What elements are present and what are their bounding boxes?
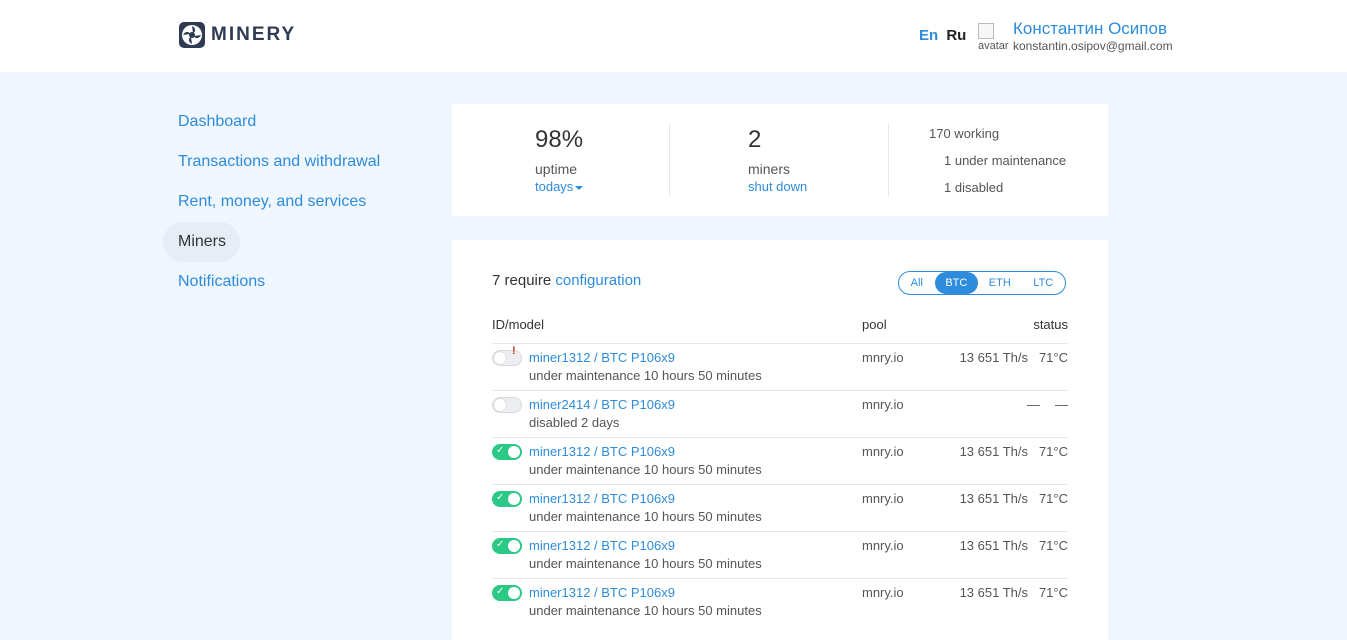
column-header-status[interactable]: status — [1033, 317, 1068, 332]
miner-temperature: 71°C — [1038, 491, 1068, 506]
miner-temperature: 71°C — [1038, 444, 1068, 459]
require-count: 7 require — [492, 272, 552, 289]
miner-status: under maintenance 10 hours 50 minutes — [529, 509, 762, 524]
filter-eth[interactable]: ETH — [978, 272, 1021, 294]
require-configuration: 7 require configuration — [492, 272, 641, 289]
miner-status: disabled 2 days — [529, 415, 620, 430]
disabled-count: 1 disabled — [944, 180, 1004, 195]
miner-pool: mnry.io — [862, 350, 904, 365]
toggle-knob — [508, 540, 520, 552]
lang-ru-link[interactable]: Ru — [946, 27, 966, 44]
sidebar-nav: Dashboard Transactions and withdrawal Re… — [163, 102, 423, 302]
toggle-knob — [494, 352, 506, 364]
miner-hashrate: 13 651 Th/s — [959, 444, 1028, 459]
check-icon: ✓ — [496, 539, 505, 550]
miners-stat: 2 miners shut down — [748, 126, 807, 194]
table-row[interactable]: ✓ miner1312 / BTC P106x9 under maintenan… — [492, 578, 1068, 626]
miners-value: 2 — [748, 126, 762, 153]
miners-label: miners — [748, 161, 791, 177]
table-row[interactable]: miner2414 / BTC P106x9 disabled 2 days m… — [492, 390, 1068, 438]
filter-ltc[interactable]: LTC — [1022, 272, 1065, 294]
check-icon: ✓ — [496, 492, 505, 503]
miner-pool: mnry.io — [862, 397, 904, 412]
column-header-pool[interactable]: pool — [862, 317, 887, 332]
miner-pool: mnry.io — [862, 444, 904, 459]
miner-toggle[interactable] — [492, 397, 522, 413]
miner-hashrate: — — [1027, 397, 1040, 412]
miner-temperature: 71°C — [1038, 538, 1068, 553]
miner-status: under maintenance 10 hours 50 minutes — [529, 368, 762, 383]
filter-btc[interactable]: BTC — [934, 272, 979, 294]
warning-icon: ! — [512, 345, 516, 357]
working-count: 170 working — [929, 126, 1000, 141]
miner-link[interactable]: miner1312 / BTC P106x9 — [529, 491, 675, 506]
toggle-knob — [508, 493, 520, 505]
currency-filter: All BTC ETH LTC — [898, 271, 1066, 295]
miner-link[interactable]: miner2414 / BTC P106x9 — [529, 397, 675, 412]
filter-all[interactable]: All — [899, 272, 935, 294]
uptime-value: 98% — [535, 126, 584, 153]
miner-hashrate: 13 651 Th/s — [959, 491, 1028, 506]
miner-pool: mnry.io — [862, 538, 904, 553]
table-row[interactable]: ! miner1312 / BTC P106x9 under maintenan… — [492, 343, 1068, 391]
miners-shutdown-link[interactable]: shut down — [748, 179, 807, 194]
avatar-alt-text: avatar — [978, 40, 1009, 52]
check-icon: ✓ — [496, 445, 505, 456]
miner-link[interactable]: miner1312 / BTC P106x9 — [529, 538, 675, 553]
top-header: MINERY En Ru avatar Константин Осипов ko… — [0, 0, 1347, 72]
uptime-period-label: todays — [535, 179, 574, 194]
uptime-period-dropdown[interactable]: todays — [535, 179, 584, 194]
divider — [888, 124, 889, 196]
uptime-stat: 98% uptime todays — [535, 126, 584, 194]
sidebar-item-notifications[interactable]: Notifications — [163, 262, 423, 302]
sidebar-item-miners[interactable]: Miners — [163, 222, 240, 262]
miner-toggle[interactable] — [492, 350, 522, 366]
column-header-id[interactable]: ID/model — [492, 317, 544, 332]
miner-toggle[interactable]: ✓ — [492, 491, 522, 507]
miners-list-card: 7 require configuration All BTC ETH LTC … — [452, 240, 1108, 640]
logo-text: MINERY — [211, 24, 297, 45]
miner-hashrate: 13 651 Th/s — [959, 350, 1028, 365]
table-row[interactable]: ✓ miner1312 / BTC P106x9 under maintenan… — [492, 437, 1068, 485]
sidebar-item-transactions[interactable]: Transactions and withdrawal — [163, 142, 423, 182]
miner-toggle[interactable]: ✓ — [492, 538, 522, 554]
stats-card: 98% uptime todays 2 miners shut down 170… — [452, 104, 1108, 216]
lang-en-link[interactable]: En — [919, 27, 938, 44]
user-name-link[interactable]: Константин Осипов — [1013, 19, 1167, 39]
toggle-knob — [508, 587, 520, 599]
uptime-label: uptime — [535, 161, 578, 177]
miner-link[interactable]: miner1312 / BTC P106x9 — [529, 585, 675, 600]
sidebar-item-rent[interactable]: Rent, money, and services — [163, 182, 423, 222]
language-switcher: En Ru — [919, 27, 966, 44]
divider — [669, 124, 670, 196]
configuration-link[interactable]: configuration — [555, 272, 641, 289]
table-row[interactable]: ✓ miner1312 / BTC P106x9 under maintenan… — [492, 531, 1068, 579]
miner-toggle[interactable]: ✓ — [492, 585, 522, 601]
miner-status: under maintenance 10 hours 50 minutes — [529, 556, 762, 571]
logo[interactable]: MINERY — [178, 21, 296, 49]
miner-toggle[interactable]: ✓ — [492, 444, 522, 460]
broken-image-icon — [978, 23, 994, 39]
miner-hashrate: 13 651 Th/s — [959, 538, 1028, 553]
caret-down-icon — [575, 185, 584, 190]
avatar[interactable]: avatar — [978, 23, 1010, 53]
miner-temperature: 71°C — [1038, 350, 1068, 365]
table-row[interactable]: ✓ miner1312 / BTC P106x9 under maintenan… — [492, 484, 1068, 532]
miner-status: under maintenance 10 hours 50 minutes — [529, 603, 762, 618]
miner-hashrate: 13 651 Th/s — [959, 585, 1028, 600]
miner-pool: mnry.io — [862, 585, 904, 600]
fan-logo-icon — [179, 22, 205, 48]
miner-link[interactable]: miner1312 / BTC P106x9 — [529, 444, 675, 459]
user-email: konstantin.osipov@gmail.com — [1013, 39, 1173, 53]
maintenance-count: 1 under maintenance — [944, 153, 1067, 168]
toggle-knob — [508, 446, 520, 458]
miner-temperature: — — [1055, 397, 1068, 412]
toggle-knob — [494, 399, 506, 411]
miner-link[interactable]: miner1312 / BTC P106x9 — [529, 350, 675, 365]
miner-pool: mnry.io — [862, 491, 904, 506]
sidebar-item-dashboard[interactable]: Dashboard — [163, 102, 423, 142]
check-icon: ✓ — [496, 586, 505, 597]
miner-status: under maintenance 10 hours 50 minutes — [529, 462, 762, 477]
miner-temperature: 71°C — [1038, 585, 1068, 600]
